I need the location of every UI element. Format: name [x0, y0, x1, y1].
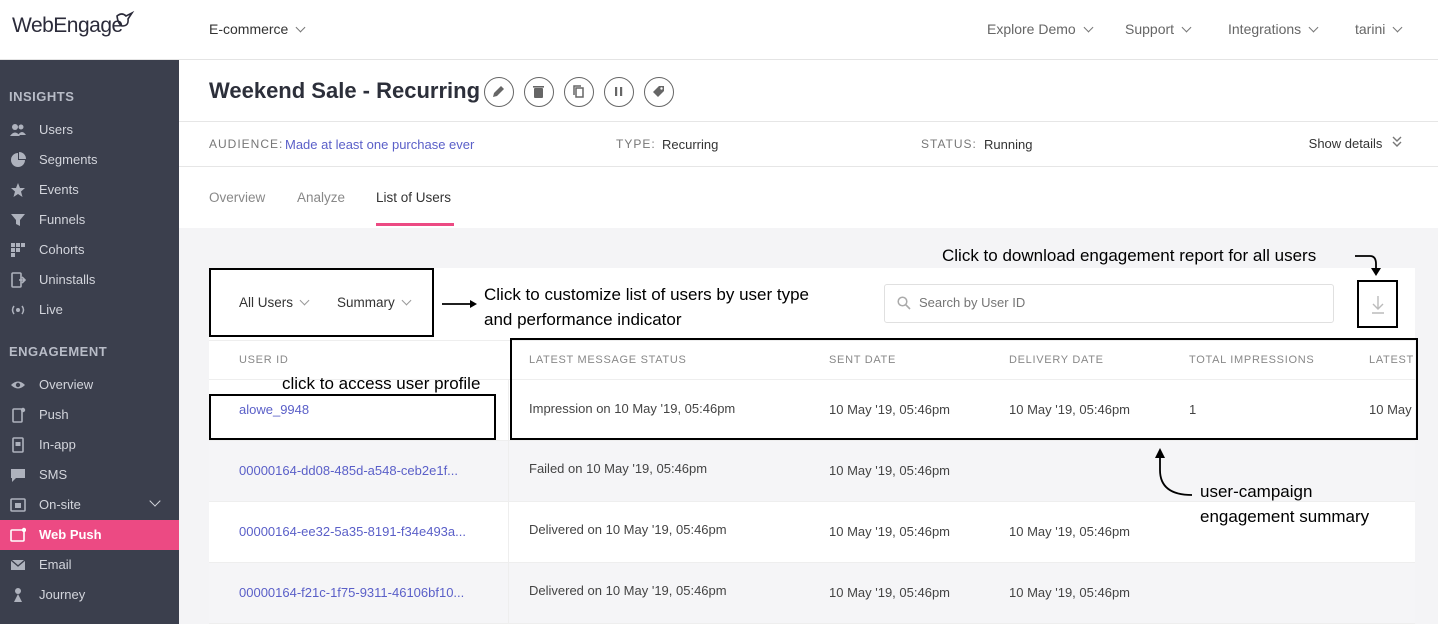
arrow-up-icon — [1155, 448, 1193, 496]
annotation-arrows — [442, 255, 1381, 496]
arrow-down-icon — [1355, 255, 1381, 276]
arrow-right-icon — [442, 300, 477, 308]
